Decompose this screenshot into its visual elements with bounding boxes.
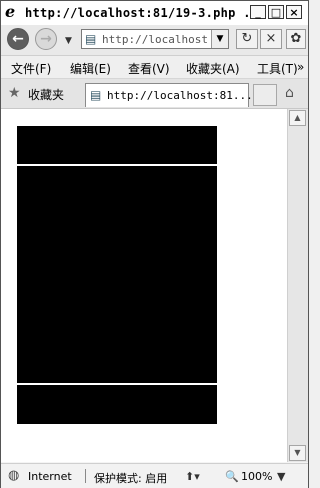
security-icon[interactable]: ⬆▾ bbox=[185, 470, 200, 483]
scroll-up-icon[interactable]: ▲ bbox=[289, 110, 306, 126]
globe-icon: ◍ bbox=[8, 468, 20, 483]
home-icon[interactable]: ⌂ bbox=[285, 85, 294, 101]
title-bar: e http://localhost:81/19-3.php ... _ □ × bbox=[1, 1, 308, 26]
minimize-button[interactable]: _ bbox=[250, 5, 266, 19]
menu-bar: 文件(F) 编辑(E) 查看(V) 收藏夹(A) 工具(T) » bbox=[1, 56, 308, 79]
back-button[interactable]: ← bbox=[7, 28, 29, 50]
magnifier-icon[interactable]: 🔍 bbox=[225, 470, 239, 483]
page-icon: ▤ bbox=[85, 32, 97, 46]
menu-edit[interactable]: 编辑(E) bbox=[70, 60, 111, 77]
black-block-top bbox=[17, 126, 217, 164]
zoom-level[interactable]: 100% bbox=[241, 470, 272, 483]
address-bar[interactable]: ▤ http://localhost:8 ▼ bbox=[81, 29, 229, 49]
menu-file[interactable]: 文件(F) bbox=[11, 60, 51, 77]
new-tab-button[interactable] bbox=[253, 84, 277, 106]
address-input[interactable]: http://localhost:8 bbox=[102, 33, 207, 46]
menu-favorites[interactable]: 收藏夹(A) bbox=[186, 60, 240, 77]
close-button[interactable]: × bbox=[286, 5, 302, 19]
protected-mode-label: 保护模式: 启用 bbox=[94, 472, 168, 485]
menu-more-icon[interactable]: » bbox=[297, 60, 304, 74]
vertical-scrollbar[interactable]: ▲ ▼ bbox=[287, 109, 308, 462]
zone-label: Internet bbox=[28, 470, 72, 483]
favorites-button[interactable]: 收藏夹 bbox=[28, 86, 64, 103]
window-title: http://localhost:81/19-3.php ... bbox=[25, 6, 266, 20]
tab-title: http://localhost:81... bbox=[107, 89, 253, 102]
status-bar: ◍ Internet 保护模式: 启用 ⬆▾ 🔍 100% ▼ bbox=[1, 463, 308, 488]
page-content bbox=[1, 109, 287, 462]
menu-tools[interactable]: 工具(T) bbox=[257, 60, 298, 77]
page-icon: ▤ bbox=[90, 88, 102, 102]
maximize-button[interactable]: □ bbox=[268, 5, 284, 19]
refresh-button[interactable]: ↻ bbox=[236, 29, 258, 49]
history-dropdown-icon[interactable]: ▼ bbox=[65, 36, 72, 46]
navigation-bar: ← → ▼ ▤ http://localhost:8 ▼ ↻ × ✿ bbox=[1, 25, 308, 56]
browser-window: e http://localhost:81/19-3.php ... _ □ ×… bbox=[0, 0, 309, 488]
favorites-star-icon[interactable]: ★ bbox=[8, 85, 21, 101]
address-dropdown-icon[interactable]: ▼ bbox=[211, 30, 228, 48]
scroll-down-icon[interactable]: ▼ bbox=[289, 445, 306, 461]
forward-button[interactable]: → bbox=[35, 28, 57, 50]
zoom-dropdown-icon[interactable]: ▼ bbox=[277, 470, 285, 483]
status-divider bbox=[85, 469, 86, 483]
search-provider-icon[interactable]: ✿ bbox=[286, 29, 306, 49]
menu-view[interactable]: 查看(V) bbox=[128, 60, 170, 77]
black-block-bottom bbox=[17, 385, 217, 424]
ie-logo-icon: e bbox=[5, 2, 16, 21]
tab-bar: ★ 收藏夹 ▤ http://localhost:81... ⌂ bbox=[1, 79, 308, 109]
stop-button[interactable]: × bbox=[260, 29, 282, 49]
black-block-middle bbox=[17, 166, 217, 383]
tab-current[interactable]: ▤ http://localhost:81... bbox=[85, 83, 253, 107]
